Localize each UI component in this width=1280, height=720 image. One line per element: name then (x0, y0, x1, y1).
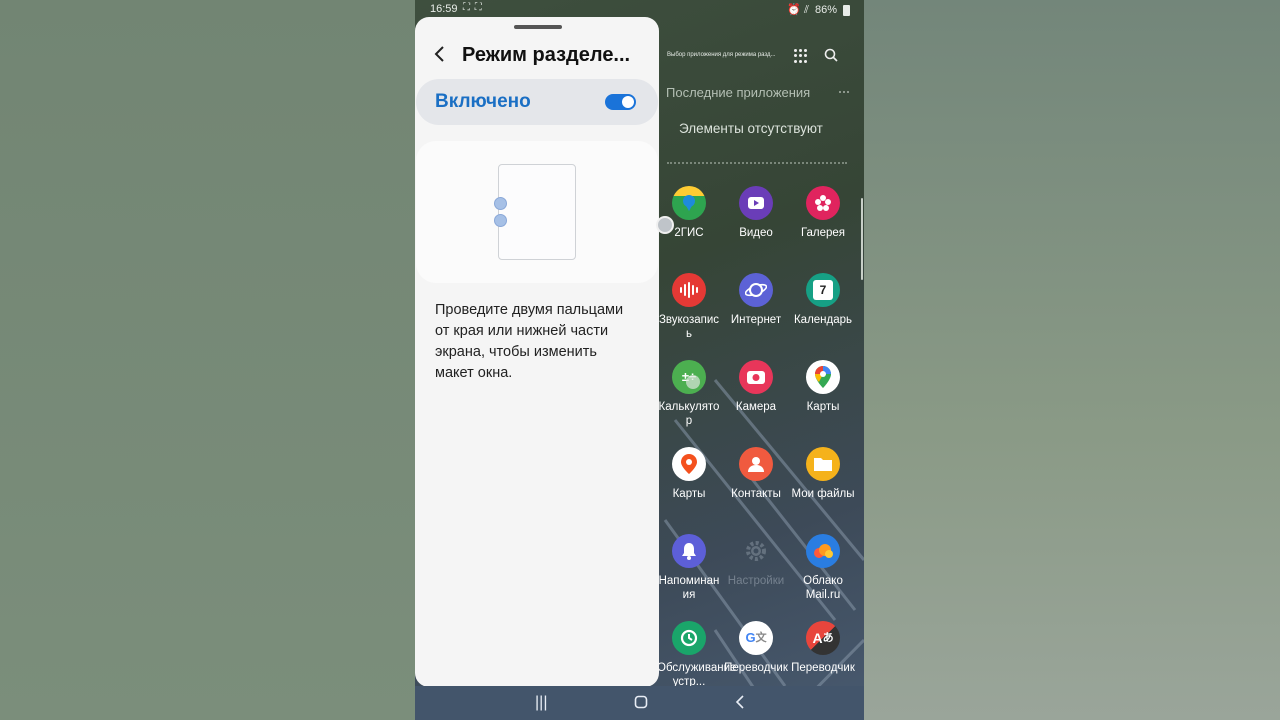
enable-switch[interactable] (605, 94, 636, 110)
enable-toggle-row[interactable]: Включено (416, 79, 658, 125)
app-label: Звукозапись (658, 314, 720, 340)
video-icon (739, 186, 773, 220)
my-files-icon (806, 447, 840, 481)
app-label: Галерея (800, 227, 846, 239)
page-title: Режим разделе... (462, 44, 631, 66)
section-divider (667, 162, 847, 164)
internet-icon (739, 273, 773, 307)
app-label: Календарь (793, 314, 853, 326)
app-label: Карты (806, 401, 840, 413)
clock: 16:59 (430, 3, 458, 15)
battery-level: 86% (814, 4, 837, 16)
gesture-illustration (416, 141, 658, 283)
search-icon[interactable] (824, 48, 838, 62)
navigation-bar: ||| (415, 686, 864, 720)
app-reminder[interactable]: Напоминания (657, 534, 721, 602)
app-calendar[interactable]: 7 Календарь (791, 273, 855, 327)
maps-pin-icon (672, 447, 706, 481)
settings-icon (739, 534, 773, 568)
cloud-icon (806, 534, 840, 568)
recents-icon[interactable]: ||| (535, 694, 547, 712)
app-label: Видео (739, 227, 773, 239)
app-label: Переводчик (791, 662, 855, 674)
touch-indicator (686, 375, 700, 389)
app-google-translate[interactable]: G文 Переводчик (724, 621, 788, 675)
app-label: Мои файлы (791, 488, 855, 500)
recent-empty-text: Элементы отсутствуют (679, 121, 823, 136)
home-icon[interactable] (634, 695, 648, 714)
finger-dot-2 (494, 214, 507, 227)
app-voice-recorder[interactable]: Звукозапись (657, 273, 721, 341)
app-google-maps[interactable]: Карты (791, 360, 855, 414)
contacts-icon (739, 447, 773, 481)
google-maps-icon (806, 360, 840, 394)
notification-icons: ⛶ ⛶ (463, 2, 483, 13)
reminder-icon (672, 534, 706, 568)
app-label: Обслуживание устр... (657, 662, 737, 688)
back-icon[interactable] (735, 695, 745, 714)
app-label: Калькулятор (658, 401, 720, 427)
app-label: Переводчик (724, 662, 788, 674)
app-label: Контакты (731, 488, 781, 500)
drag-handle[interactable] (514, 25, 562, 29)
scrollbar[interactable] (861, 198, 863, 280)
app-camera[interactable]: Камера (724, 360, 788, 414)
translator-icon: Aあ (806, 621, 840, 655)
device-frame-illustration (498, 164, 576, 260)
app-contacts[interactable]: Контакты (724, 447, 788, 501)
apps-grid-icon[interactable] (794, 49, 808, 63)
drawer-header: Выбор приложения для режима разд... (667, 52, 776, 58)
app-label: Интернет (730, 314, 782, 326)
back-arrow-icon[interactable] (429, 43, 451, 65)
app-label: Карты (672, 488, 706, 500)
camera-icon (739, 360, 773, 394)
gallery-icon (806, 186, 840, 220)
status-bar: 16:59 ⛶ ⛶ ⏰ ⫽ 86% (415, 0, 864, 18)
split-screen-settings-panel: Режим разделе... Включено Проведите двум… (415, 17, 659, 687)
switch-knob (622, 96, 634, 108)
app-label: Облако Mail.ru (803, 575, 843, 601)
background-left (0, 0, 415, 720)
phone-screen: 16:59 ⛶ ⛶ ⏰ ⫽ 86% Выбор приложения для р… (415, 0, 864, 720)
split-divider-handle[interactable] (656, 216, 674, 234)
app-gallery[interactable]: Галерея (791, 186, 855, 240)
toggle-label: Включено (435, 91, 531, 112)
app-label: Настройки (727, 575, 785, 587)
calendar-icon: 7 (806, 273, 840, 307)
alarm-signal-icons: ⏰ ⫽ (787, 4, 809, 16)
app-label: Напоминания (658, 575, 720, 601)
app-translator[interactable]: Aあ Переводчик (791, 621, 855, 675)
recent-more-dots (839, 91, 849, 95)
2gis-icon (672, 186, 706, 220)
background-right (864, 0, 1280, 720)
app-my-files[interactable]: Мои файлы (791, 447, 855, 501)
app-calculator[interactable]: ±÷ Калькулятор (657, 360, 721, 428)
device-care-icon (672, 621, 706, 655)
app-label: Камера (735, 401, 777, 413)
app-mail-cloud[interactable]: Облако Mail.ru (791, 534, 855, 602)
voice-recorder-icon (672, 273, 706, 307)
app-video[interactable]: Видео (724, 186, 788, 240)
app-device-care[interactable]: Обслуживание устр... (657, 621, 737, 689)
finger-dot-1 (494, 197, 507, 210)
app-maps[interactable]: Карты (657, 447, 721, 501)
app-internet[interactable]: Интернет (724, 273, 788, 327)
app-settings: Настройки (724, 534, 788, 588)
help-text: Проведите двумя пальцами от края или ниж… (435, 302, 624, 381)
battery-icon (843, 4, 850, 16)
recent-apps-title: Последние приложения (666, 85, 811, 100)
google-translate-icon: G文 (739, 621, 773, 655)
